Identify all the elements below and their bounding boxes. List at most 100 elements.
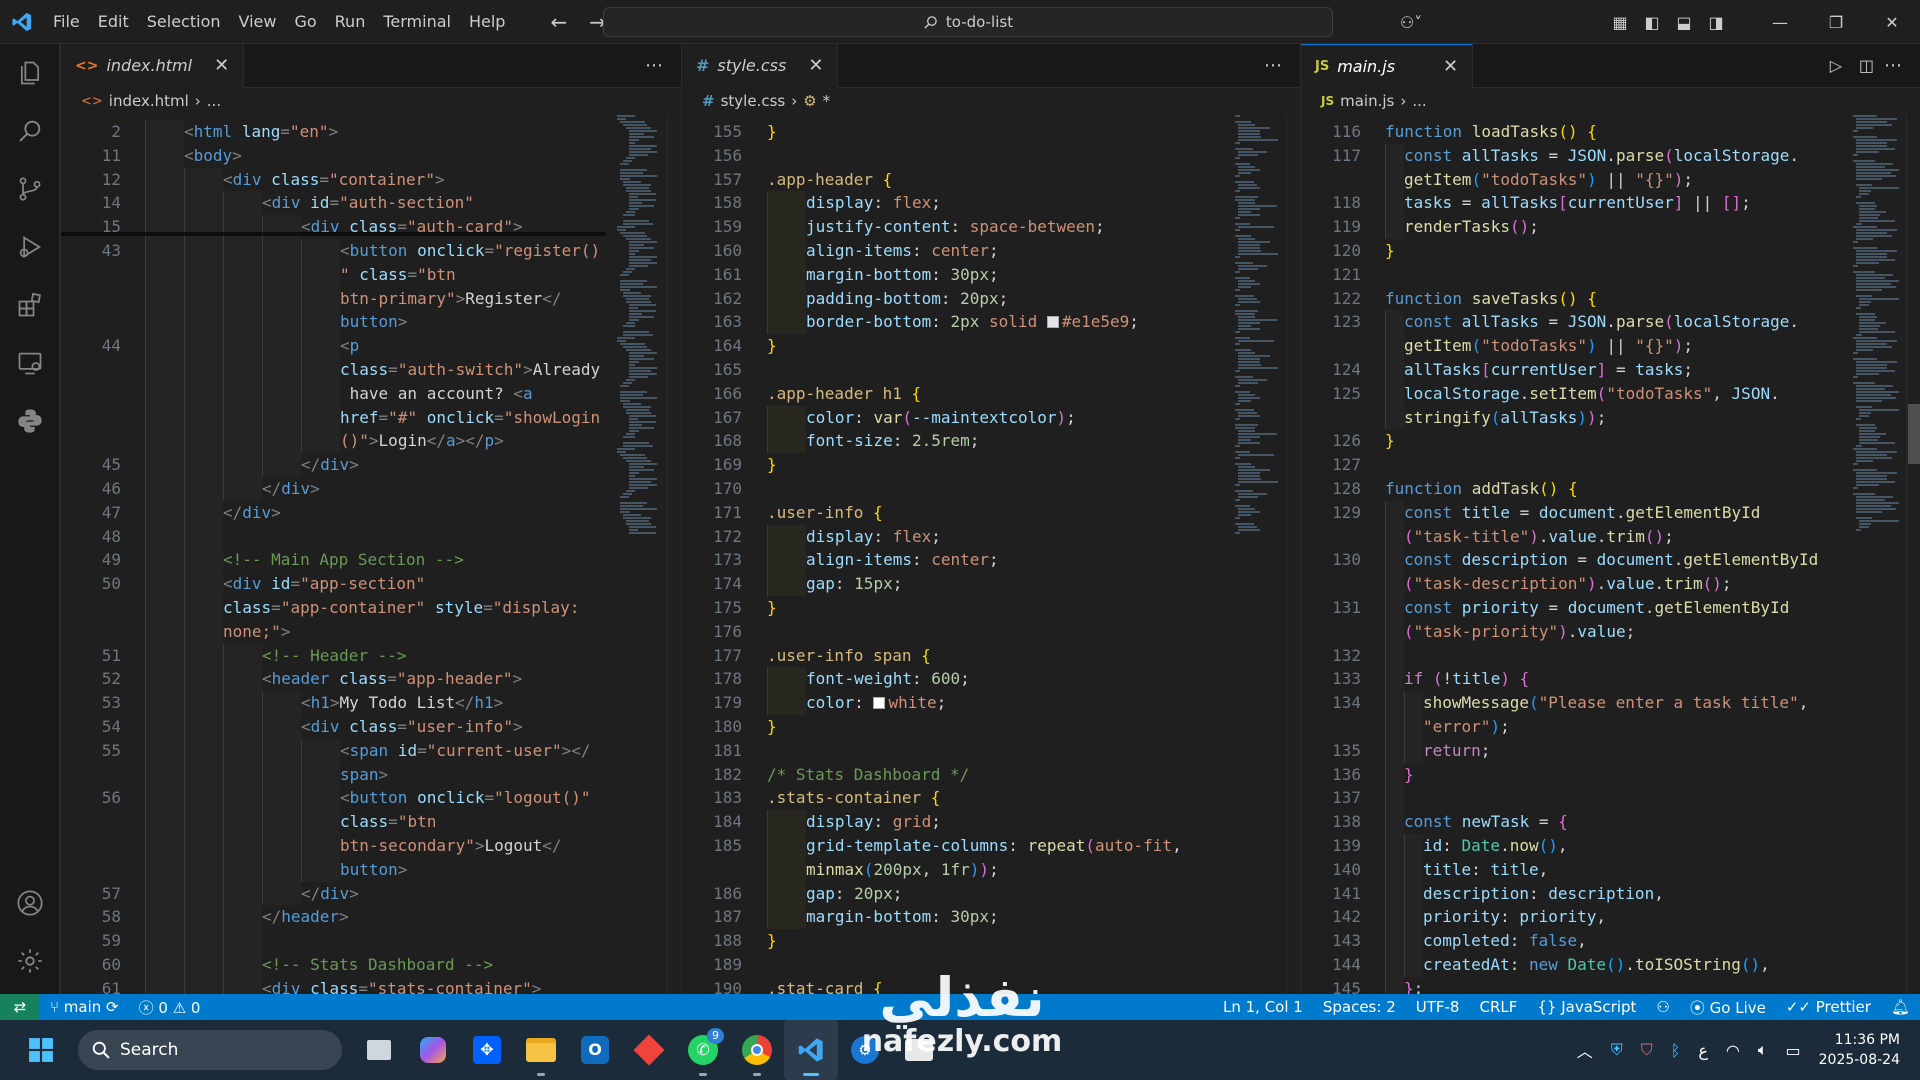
code-line[interactable]: completed: false, (1423, 929, 1587, 953)
menu-view[interactable]: View (230, 0, 286, 44)
line-number[interactable]: 137 (1301, 786, 1361, 810)
breadcrumb-symbol[interactable]: ... (207, 92, 221, 110)
bluetooth-icon[interactable]: ᛒ (1671, 1041, 1681, 1060)
line-number[interactable] (1301, 406, 1361, 430)
line-number[interactable]: 61 (61, 977, 121, 994)
line-number[interactable]: 175 (682, 596, 742, 620)
code-line[interactable]: const allTasks = JSON.parse(localStorage… (1404, 310, 1799, 334)
line-number[interactable]: 50 (61, 572, 121, 596)
breadcrumb-file[interactable]: index.html (109, 92, 189, 110)
code-line[interactable]: id: Date.now(), (1423, 834, 1568, 858)
line-number[interactable]: 184 (682, 810, 742, 834)
code-line[interactable]: return; (1423, 739, 1490, 763)
line-number[interactable]: 179 (682, 691, 742, 715)
code-line[interactable]: .stats-container { (767, 786, 940, 810)
line-number[interactable]: 136 (1301, 763, 1361, 787)
line-number[interactable]: 56 (61, 786, 121, 810)
toggle-panel-icon[interactable]: ⬓ (1668, 13, 1700, 32)
code-line[interactable]: none;"> (223, 620, 290, 644)
code-line[interactable]: align-items: center; (806, 239, 999, 263)
line-number[interactable]: 46 (61, 477, 121, 501)
code-line[interactable]: class="app-container" style="display: (223, 596, 579, 620)
line-number[interactable]: 139 (1301, 834, 1361, 858)
code-line[interactable]: <header class="app-header"> (262, 667, 522, 691)
explorer-icon[interactable] (0, 44, 60, 102)
code-line[interactable]: <html lang="en"> (184, 120, 338, 144)
line-number[interactable]: 166 (682, 382, 742, 406)
line-number[interactable]: 126 (1301, 429, 1361, 453)
code-line[interactable]: } (1385, 429, 1395, 453)
close-tab-icon[interactable]: ✕ (214, 55, 229, 76)
code-line[interactable]: } (767, 929, 777, 953)
minimap[interactable] (1235, 114, 1285, 994)
whatsapp-icon[interactable]: ✆ 9 (676, 1020, 730, 1080)
code-line[interactable]: grid-template-columns: repeat(auto-fit, (806, 834, 1182, 858)
line-number[interactable]: 134 (1301, 691, 1361, 715)
code-line[interactable]: href="#" onclick="showLogin (340, 406, 600, 430)
line-number[interactable] (61, 834, 121, 858)
file-explorer-icon[interactable] (514, 1020, 568, 1080)
volume-icon[interactable]: 🔈︎ (1758, 1040, 1768, 1060)
line-number[interactable] (61, 858, 121, 882)
customize-layout-icon[interactable]: ▦ (1604, 13, 1636, 32)
color-swatch[interactable] (873, 697, 886, 710)
line-number[interactable] (61, 406, 121, 430)
line-number[interactable]: 125 (1301, 382, 1361, 406)
code-line[interactable]: <h1>My Todo List</h1> (301, 691, 503, 715)
breadcrumb-symbol[interactable]: ... (1412, 92, 1426, 110)
line-number[interactable]: 164 (682, 334, 742, 358)
line-number[interactable]: 180 (682, 715, 742, 739)
code-line[interactable]: <button onclick="register() (340, 239, 600, 263)
code-line[interactable]: justify-content: space-between; (806, 215, 1105, 239)
line-number[interactable]: 131 (1301, 596, 1361, 620)
line-number[interactable]: 141 (1301, 882, 1361, 906)
code-line[interactable]: } (767, 334, 777, 358)
code-line[interactable]: align-items: center; (806, 548, 999, 572)
copilot-icon[interactable]: ⚇˅ (1388, 13, 1434, 32)
line-number[interactable]: 155 (682, 120, 742, 144)
line-number[interactable] (61, 763, 121, 787)
vscode-taskbar-icon[interactable] (784, 1020, 838, 1080)
code-line[interactable]: </div> (262, 477, 320, 501)
line-number[interactable]: 163 (682, 310, 742, 334)
line-number[interactable]: 124 (1301, 358, 1361, 382)
code-line[interactable]: } (767, 120, 777, 144)
line-number[interactable] (61, 810, 121, 834)
line-number[interactable]: 145 (1301, 977, 1361, 994)
line-number[interactable]: 171 (682, 501, 742, 525)
code-line[interactable]: </div> (223, 501, 281, 525)
code-line[interactable]: showMessage("Please enter a task title", (1423, 691, 1808, 715)
code-line[interactable]: gap: 20px; (806, 882, 902, 906)
line-number[interactable]: 144 (1301, 953, 1361, 977)
minimize-icon[interactable]: — (1752, 13, 1808, 32)
menu-file[interactable]: File (44, 0, 89, 44)
line-number[interactable]: 187 (682, 905, 742, 929)
code-line[interactable]: button> (340, 858, 407, 882)
minimap[interactable] (614, 114, 664, 994)
line-number[interactable]: 161 (682, 263, 742, 287)
line-number[interactable]: 156 (682, 144, 742, 168)
line-number[interactable]: 47 (61, 501, 121, 525)
code-line[interactable]: <div class="stats-container"> (262, 977, 541, 994)
wifi-icon[interactable]: ◠ (1726, 1041, 1740, 1060)
line-number[interactable]: 173 (682, 548, 742, 572)
line-number[interactable]: 118 (1301, 191, 1361, 215)
code-line[interactable]: <div class="user-info"> (301, 715, 523, 739)
code-line[interactable]: const title = document.getElementById (1404, 501, 1760, 525)
code-line[interactable]: } (767, 453, 777, 477)
line-number[interactable] (61, 358, 121, 382)
toggle-primary-sidebar-icon[interactable]: ◧ (1636, 13, 1668, 32)
taskbar-search[interactable]: Search (78, 1030, 342, 1070)
problems-indicator[interactable]: ⓧ 0 ⚠ 0 (129, 997, 211, 1018)
code-line[interactable]: margin-bottom: 30px; (806, 905, 999, 929)
code-line[interactable]: border-bottom: 2px solid #e1e5e9; (806, 310, 1139, 334)
line-number[interactable]: 186 (682, 882, 742, 906)
code-line[interactable]: ()">Login</a></p> (340, 429, 504, 453)
scrollbar[interactable] (1286, 114, 1300, 994)
indentation[interactable]: Spaces: 2 (1313, 998, 1406, 1016)
more-actions-icon[interactable]: ⋯ (1264, 44, 1282, 88)
chrome-icon[interactable] (730, 1020, 784, 1080)
code-line[interactable]: padding-bottom: 20px; (806, 287, 1008, 311)
code-line[interactable]: const priority = document.getElementById (1404, 596, 1789, 620)
line-number[interactable]: 127 (1301, 453, 1361, 477)
